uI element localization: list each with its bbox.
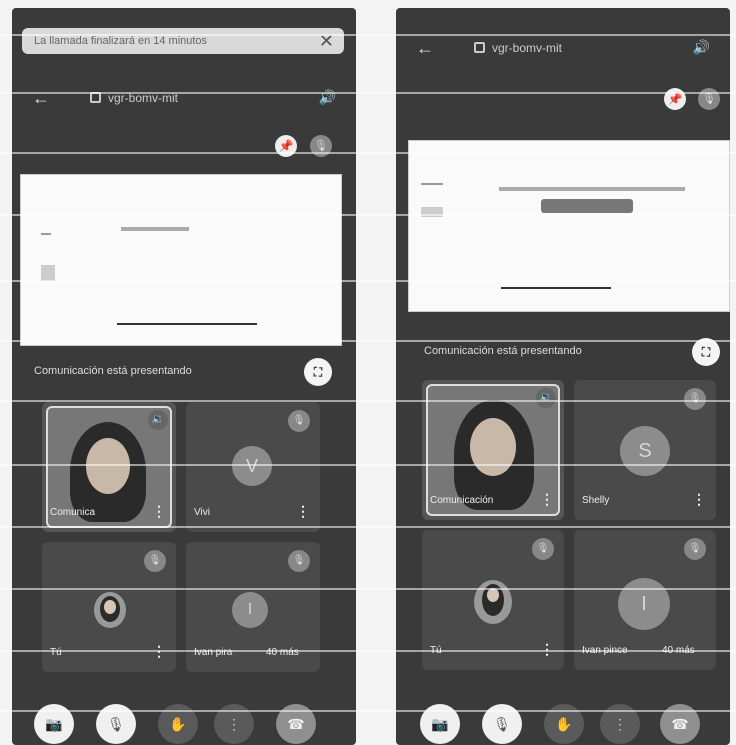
participant-name: Vivi [194,507,210,518]
mic-off-icon: 🎙 [288,550,310,572]
speaker-icon[interactable]: 🔊 [693,39,710,56]
participant-thumbnail [94,592,126,628]
scan-line [0,92,736,94]
calendar-icon [474,42,485,53]
screen-content-dialog [541,199,633,213]
speaking-icon: 🔉 [148,410,168,430]
more-options-icon[interactable]: ⋮ [152,503,166,520]
participant-tile[interactable]: 🎙 V Vivi ⋮ [186,402,320,532]
screen-content-mark [41,265,55,281]
shared-screen [20,174,342,346]
mic-off-icon: 🎙 [684,388,706,410]
close-banner-icon[interactable]: ✕ [319,28,334,54]
scan-line [0,152,736,154]
presenting-label: Comunicación está presentando [424,345,582,357]
mic-off-icon: 🎙 [532,538,554,560]
mic-off-icon: 🎙 [144,550,166,572]
screen-content-mark [421,183,443,185]
participant-tile[interactable]: 🔉 Comunica ⋮ [42,402,176,532]
avatar: S [620,426,670,476]
screen-content-bar [117,323,257,325]
avatar: V [232,446,272,486]
participant-name: Ivan pira [194,647,233,658]
scan-line [0,650,736,652]
participant-name: Shelly [582,495,610,506]
fullscreen-icon[interactable]: ⛶ [692,338,720,366]
shared-screen [408,140,730,312]
scan-line [0,588,736,590]
screen-content-bar [121,227,189,231]
banner-text: La llamada finalizará en 14 minutos [34,35,208,47]
screen-content-mark [41,233,51,235]
scan-line [0,214,736,216]
speaking-icon: 🔉 [536,388,556,408]
scan-line [0,710,736,712]
more-options-icon[interactable]: ⋮ [540,491,554,508]
back-icon[interactable]: ← [416,38,434,59]
right-phone-screen: ← vgr-bomv-mit 🔊 📌 🎙 Comunicación está p… [396,8,730,745]
presenting-label: Comunicación está presentando [34,365,192,377]
participant-thumbnail [474,580,512,624]
avatar: I [232,592,268,628]
mic-off-icon: 🎙 [288,410,310,432]
participant-name: Comunica [50,507,96,518]
more-options-icon[interactable]: ⋮ [296,503,310,520]
top-bar: ← vgr-bomv-mit 🔊 [12,80,356,120]
more-participants-label[interactable]: 40 más [266,647,299,658]
top-bar: ← vgr-bomv-mit 🔊 [396,30,730,70]
participant-tile[interactable]: 🎙 Tú ⋮ [42,542,176,672]
participant-tile[interactable]: 🎙 Tú ⋮ [422,530,564,670]
participant-name: Comunicación [430,495,494,506]
participant-tile[interactable]: 🎙 I Ivan pince 40 más [574,530,716,670]
scan-line [0,340,736,342]
scan-line [0,34,736,36]
time-limit-banner: La llamada finalizará en 14 minutos ✕ [22,28,344,54]
screen-content-bar [501,287,611,289]
participant-tile[interactable]: 🎙 I Ivan pira 40 más [186,542,320,672]
mic-off-icon: 🎙 [684,538,706,560]
scan-line [0,280,736,282]
more-options-icon[interactable]: ⋮ [692,491,706,508]
participant-name: Tú [50,647,62,658]
scan-line [0,464,736,466]
left-phone-screen: La llamada finalizará en 14 minutos ✕ ← … [12,8,356,745]
screen-content-bar [499,187,685,191]
avatar: I [618,578,670,630]
meeting-code: vgr-bomv-mit [492,41,563,55]
fullscreen-icon[interactable]: ⛶ [304,358,332,386]
scan-line [0,526,736,528]
scan-line [0,400,736,402]
